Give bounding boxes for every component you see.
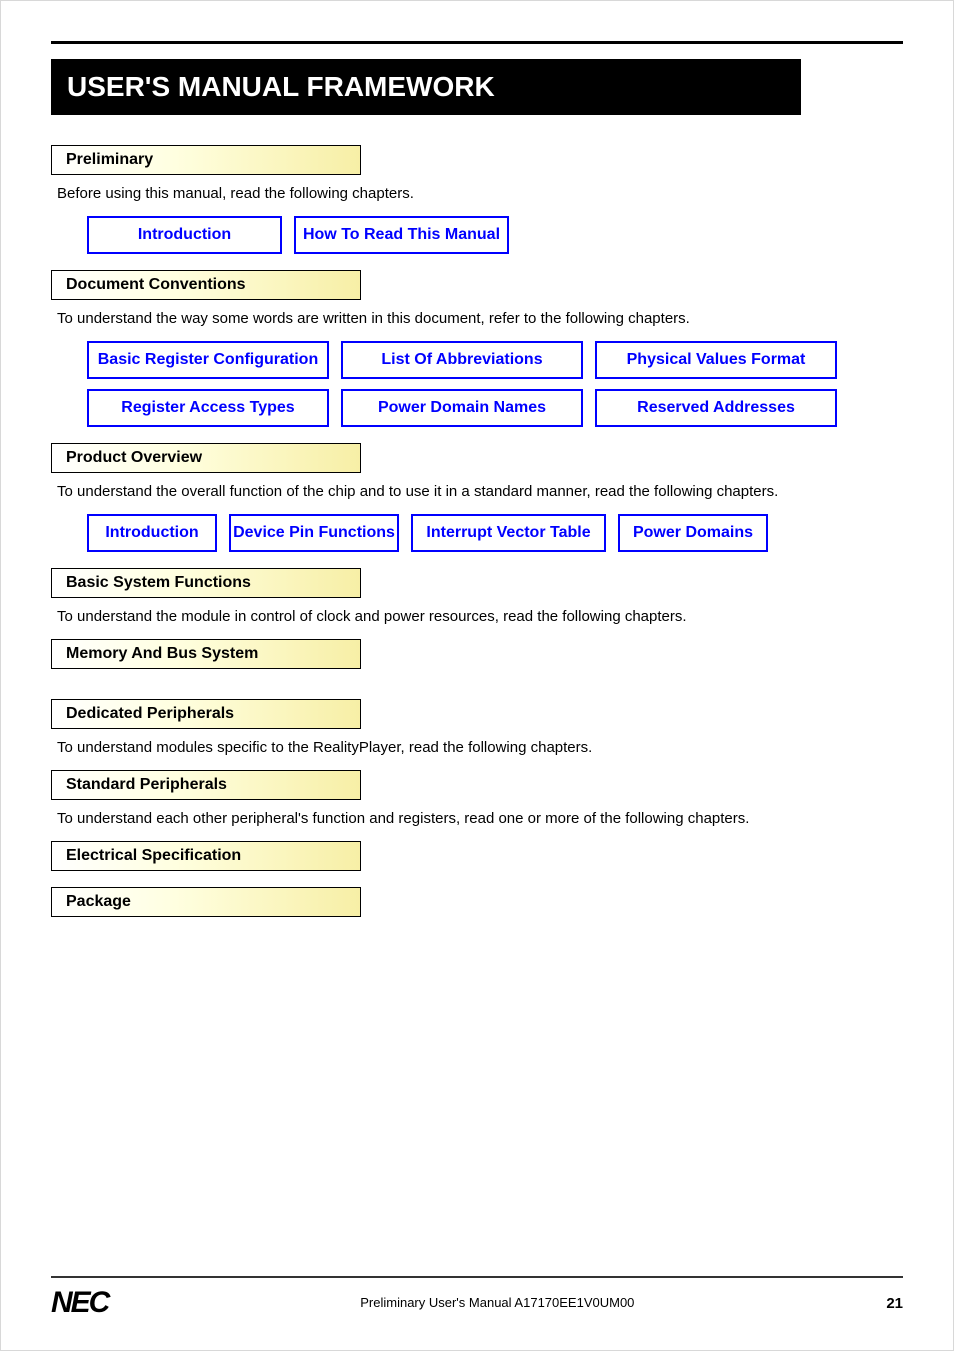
link-introduction-overview[interactable]: Introduction (87, 514, 217, 552)
link-physical-values-format[interactable]: Physical Values Format (595, 341, 837, 379)
link-power-domains[interactable]: Power Domains (618, 514, 768, 552)
section-header-memory-and-bus-system: Memory And Bus System (51, 639, 361, 669)
page-footer: NEC Preliminary User's Manual A17170EE1V… (51, 1276, 903, 1320)
section-header-basic-system-functions: Basic System Functions (51, 568, 361, 598)
link-how-to-read[interactable]: How To Read This Manual (294, 216, 509, 254)
link-list-of-abbreviations[interactable]: List Of Abbreviations (341, 341, 583, 379)
link-interrupt-vector-table[interactable]: Interrupt Vector Table (411, 514, 606, 552)
link-basic-register-configuration[interactable]: Basic Register Configuration (87, 341, 329, 379)
section-header-preliminary: Preliminary (51, 145, 361, 175)
section-header-dedicated-peripherals: Dedicated Peripherals (51, 699, 361, 729)
link-register-access-types[interactable]: Register Access Types (87, 389, 329, 427)
section-header-electrical-specification: Electrical Specification (51, 841, 361, 871)
page-number: 21 (886, 1295, 903, 1312)
instruction: Before using this manual, read the follo… (57, 185, 903, 202)
instruction: To understand the module in control of c… (57, 608, 903, 625)
section-header-product-overview: Product Overview (51, 443, 361, 473)
instruction: To understand each other peripheral's fu… (57, 810, 903, 827)
instruction: To understand the way some words are wri… (57, 310, 903, 327)
link-introduction[interactable]: Introduction (87, 216, 282, 254)
page-title: USER'S MANUAL FRAMEWORK (51, 59, 801, 115)
nec-logo: NEC (51, 1286, 108, 1320)
instruction: To understand modules specific to the Re… (57, 739, 903, 756)
section-header-standard-peripherals: Standard Peripherals (51, 770, 361, 800)
section-header-document-conventions: Document Conventions (51, 270, 361, 300)
link-device-pin-functions[interactable]: Device Pin Functions (229, 514, 399, 552)
instruction: To understand the overall function of th… (57, 483, 903, 500)
section-header-package: Package (51, 887, 361, 917)
link-power-domain-names[interactable]: Power Domain Names (341, 389, 583, 427)
link-reserved-addresses[interactable]: Reserved Addresses (595, 389, 837, 427)
footer-doc-id: Preliminary User's Manual A17170EE1V0UM0… (108, 1295, 886, 1312)
